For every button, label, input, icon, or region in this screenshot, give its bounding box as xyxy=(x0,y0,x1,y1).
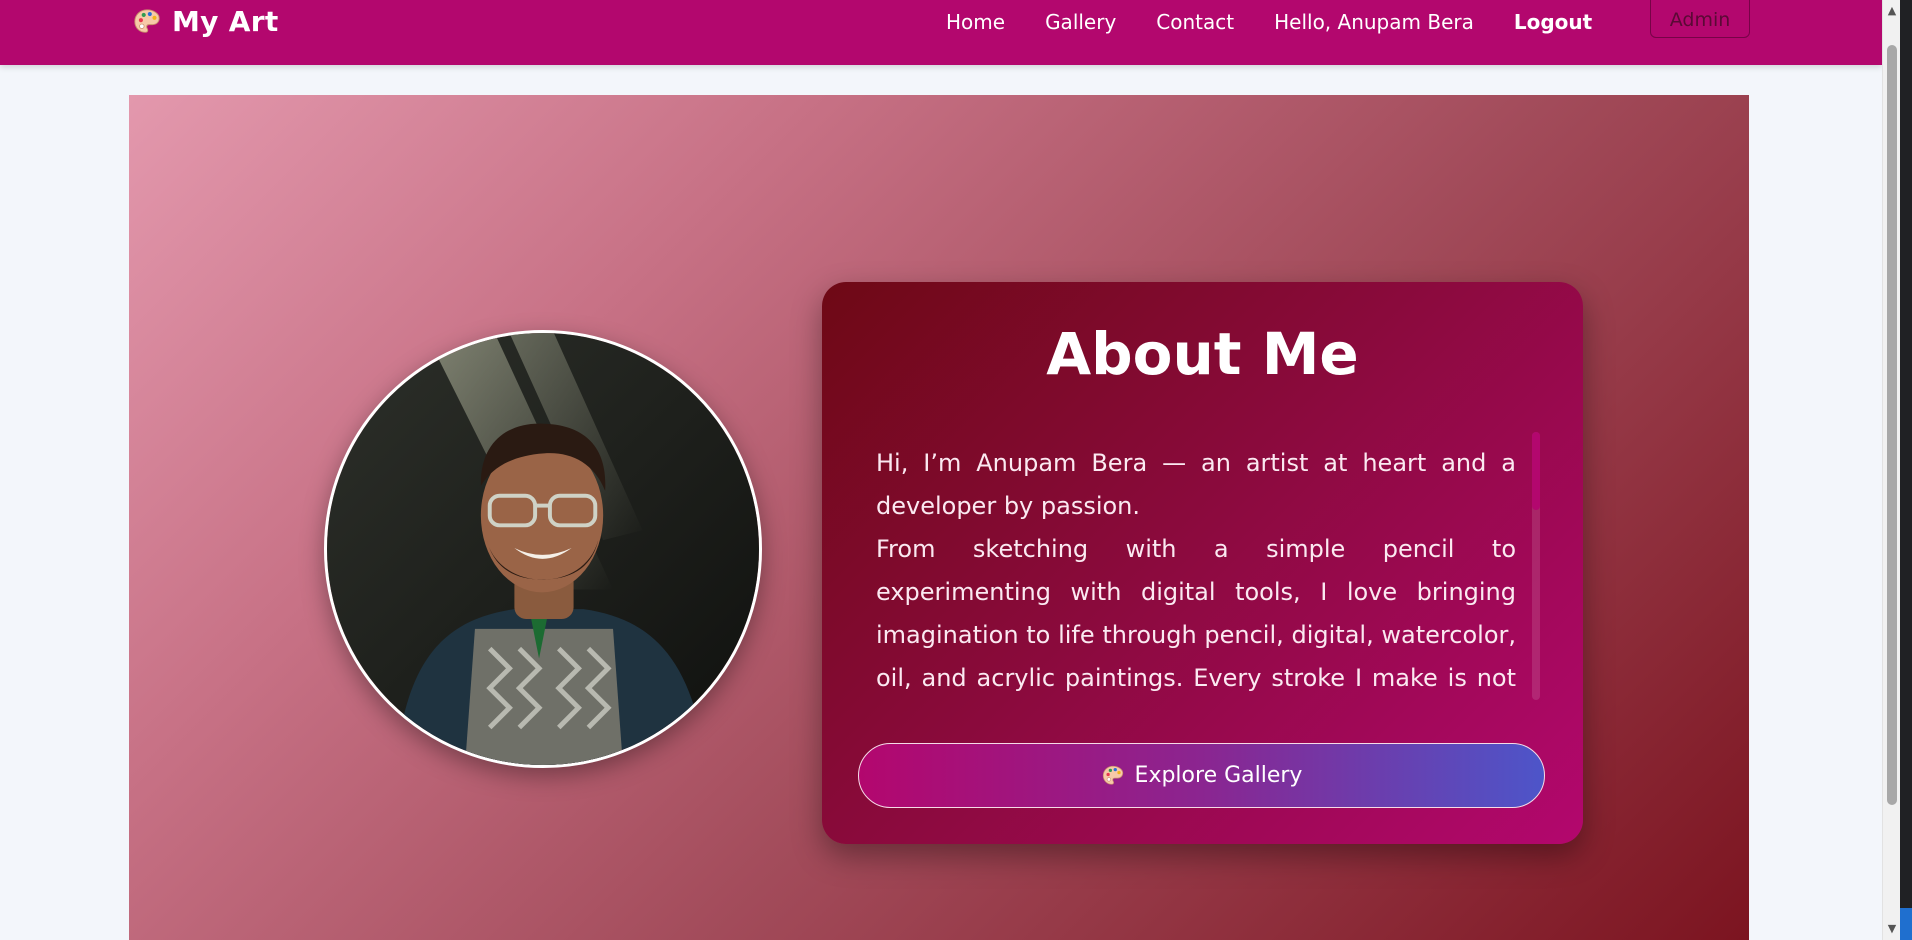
logout-link[interactable]: Logout xyxy=(1514,10,1592,34)
explore-gallery-label: Explore Gallery xyxy=(1134,763,1303,788)
page-scrollbar[interactable]: ▲ ▼ xyxy=(1882,0,1900,940)
brand-name: My Art xyxy=(172,5,279,38)
page-scrollbar-thumb[interactable] xyxy=(1887,45,1897,805)
about-text-scroll[interactable]: Hi, I’m Anupam Bera — an artist at heart… xyxy=(876,442,1516,710)
window-edge-accent xyxy=(1900,908,1912,940)
brand-link[interactable]: My Art xyxy=(132,5,279,38)
about-paragraph-intro: Hi, I’m Anupam Bera — an artist at heart… xyxy=(876,449,1516,520)
nav-gallery-link[interactable]: Gallery xyxy=(1045,10,1116,34)
scroll-down-arrow-icon[interactable]: ▼ xyxy=(1883,920,1901,938)
palette-icon xyxy=(1102,765,1123,785)
scroll-up-arrow-icon[interactable]: ▲ xyxy=(1883,2,1901,20)
explore-gallery-button[interactable]: Explore Gallery xyxy=(858,743,1545,808)
palette-icon xyxy=(134,8,160,33)
about-scrollbar[interactable] xyxy=(1532,432,1540,700)
profile-photo xyxy=(324,330,762,768)
about-scrollbar-thumb[interactable] xyxy=(1532,432,1540,510)
nav-contact-link[interactable]: Contact xyxy=(1156,10,1234,34)
about-card: About Me Hi, I’m Anupam Bera — an artist… xyxy=(822,282,1583,844)
profile-photo-image xyxy=(327,333,759,765)
admin-button[interactable]: Admin xyxy=(1650,0,1750,38)
about-paragraph-body: From sketching with a simple pencil to e… xyxy=(876,535,1516,710)
nav-home-link[interactable]: Home xyxy=(946,10,1005,34)
about-title: About Me xyxy=(1046,320,1359,388)
navbar: My Art Home Gallery Contact Hello, Anupa… xyxy=(0,0,1882,65)
window-edge xyxy=(1900,0,1912,940)
user-greeting: Hello, Anupam Bera xyxy=(1274,10,1474,34)
nav-links: Home Gallery Contact Hello, Anupam Bera … xyxy=(946,10,1632,34)
page: My Art Home Gallery Contact Hello, Anupa… xyxy=(0,0,1912,940)
hero-section: About Me Hi, I’m Anupam Bera — an artist… xyxy=(129,95,1749,940)
